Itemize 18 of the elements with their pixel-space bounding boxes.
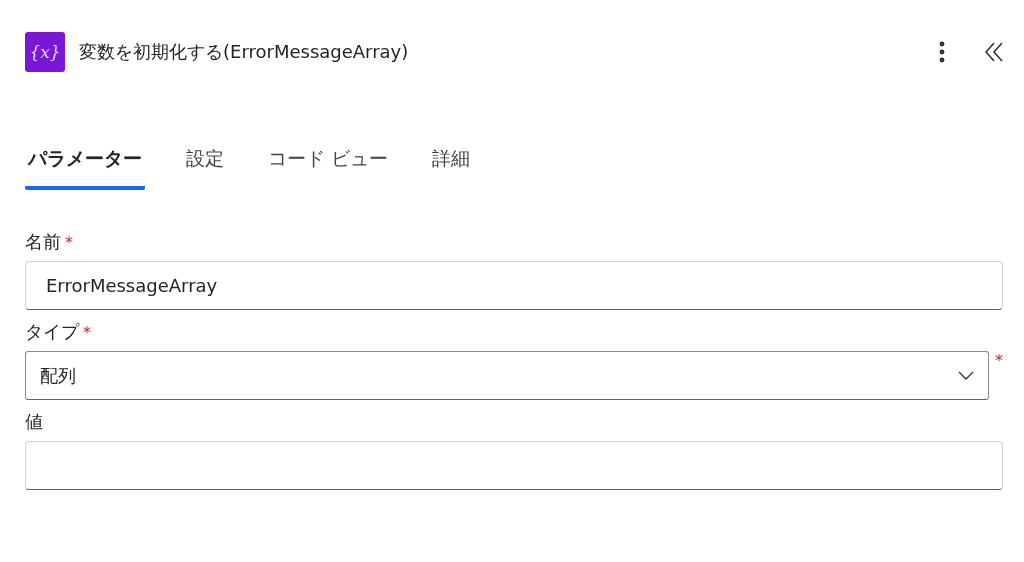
tab[interactable]: コード ビュー <box>265 140 392 190</box>
required-mark: * <box>83 323 91 342</box>
type-dropdown[interactable]: 配列 <box>25 351 989 400</box>
required-mark: * <box>65 233 73 252</box>
tab[interactable]: パラメーター <box>25 140 145 190</box>
panel-title: 変数を初期化する(ErrorMessageArray) <box>79 40 409 64</box>
collapse-icon[interactable] <box>985 42 1003 62</box>
field-label: タイプ <box>25 320 79 344</box>
more-options-icon[interactable] <box>939 41 945 63</box>
variable-icon: {x} <box>25 32 65 72</box>
field-label: 値 <box>25 410 43 434</box>
tab[interactable]: 詳細 <box>429 140 474 190</box>
tab[interactable]: 設定 <box>183 140 227 190</box>
chevron-down-icon <box>958 371 974 380</box>
input-field[interactable]: ErrorMessageArray <box>25 261 1003 310</box>
input-field[interactable] <box>25 441 1003 490</box>
field-label: 名前 <box>25 230 61 254</box>
required-mark: * <box>995 351 1003 370</box>
